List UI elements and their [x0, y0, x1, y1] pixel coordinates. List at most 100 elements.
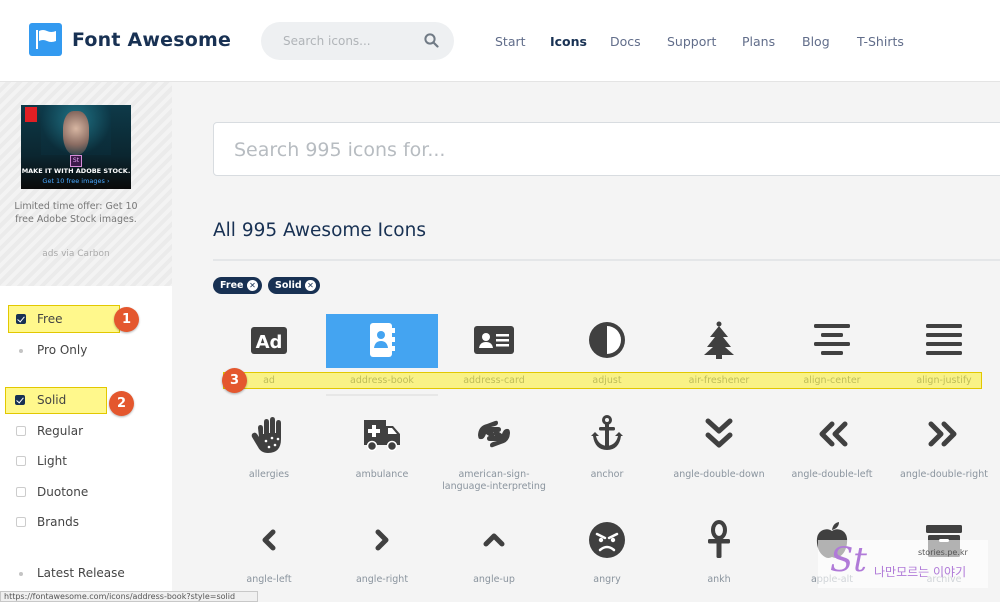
ad-headline: MAKE IT WITH ADOBE STOCK.	[21, 167, 131, 175]
bullet-icon	[19, 572, 23, 576]
allergies-icon	[251, 417, 281, 453]
icon-name: angle-double-right	[900, 469, 988, 480]
icon-name: angle-double-down	[673, 469, 765, 480]
checkbox-brands[interactable]	[16, 517, 26, 527]
selected-underline	[326, 394, 438, 396]
icon-cell-angle-double-right[interactable]: angle-double-right	[888, 408, 1000, 496]
angle-up-icon	[483, 533, 505, 547]
icon-name: angle-right	[355, 574, 409, 585]
icon-cell-angle-double-left[interactable]: angle-double-left	[776, 408, 888, 496]
air-freshener-icon	[704, 321, 734, 359]
svg-text:Ad: Ad	[256, 332, 283, 353]
filter-latest-release-label: Latest Release	[37, 566, 125, 580]
top-header: Font Awesome Start Icons Docs Support Pl…	[0, 0, 1000, 82]
angle-double-down-icon	[705, 418, 733, 448]
brand-name[interactable]: Font Awesome	[72, 29, 231, 51]
divider	[213, 259, 1000, 261]
icon-name: ambulance	[355, 469, 409, 480]
icon-cell-ankh[interactable]: ankh	[663, 514, 775, 602]
adobe-logo-icon	[25, 107, 37, 122]
icon-name: angry	[593, 574, 621, 585]
icon-cell-angle-left[interactable]: angle-left	[213, 514, 325, 602]
ad-image[interactable]: St MAKE IT WITH ADOBE STOCK. Get 10 free…	[21, 105, 131, 189]
filter-free[interactable]: Free	[0, 305, 172, 333]
filter-solid[interactable]: Solid	[0, 386, 172, 414]
flag-logo-icon[interactable]	[29, 23, 62, 56]
icon-name: ankh	[707, 574, 731, 585]
checkbox-duotone[interactable]	[16, 487, 26, 497]
nav-icons[interactable]: Icons	[550, 34, 587, 49]
icon-name: anchor	[590, 469, 624, 480]
icon-name: american-sign-language-interpreting	[442, 469, 546, 492]
nav-plans[interactable]: Plans	[742, 34, 775, 49]
pill-solid-label: Solid	[275, 280, 302, 291]
icon-search-input[interactable]	[234, 137, 834, 163]
header-search-input[interactable]	[283, 32, 413, 50]
filter-light[interactable]: Light	[0, 447, 172, 475]
close-icon[interactable]: ✕	[247, 280, 258, 291]
watermark-url: stories.pe.kr	[918, 548, 968, 557]
checkbox-light[interactable]	[16, 456, 26, 466]
filter-pro-only-label: Pro Only	[37, 343, 88, 357]
checkbox-solid[interactable]	[15, 395, 25, 405]
filter-brands[interactable]: Brands	[0, 508, 172, 536]
nav-start[interactable]: Start	[495, 34, 526, 49]
nav-support[interactable]: Support	[667, 34, 716, 49]
filter-light-label: Light	[37, 454, 67, 468]
align-justify-icon	[926, 324, 962, 355]
ad-icon: Ad	[251, 327, 287, 354]
nav-tshirts[interactable]: T-Shirts	[857, 34, 904, 49]
icon-cell-ambulance[interactable]: ambulance	[326, 408, 438, 496]
angle-left-icon	[262, 529, 276, 551]
icon-cell-angle-right[interactable]: angle-right	[326, 514, 438, 602]
watermark-logo: St	[830, 540, 867, 580]
ad-cta[interactable]: Get 10 free images ›	[21, 177, 131, 185]
pill-free-label: Free	[220, 280, 244, 291]
carbon-ad: St MAKE IT WITH ADOBE STOCK. Get 10 free…	[0, 82, 172, 286]
ads-via-carbon[interactable]: ads via Carbon	[14, 249, 138, 259]
icon-name: angle-left	[246, 574, 292, 585]
checkbox-free[interactable]	[16, 314, 26, 324]
icon-cell-angle-double-down[interactable]: angle-double-down	[663, 408, 775, 496]
icon-name: allergies	[248, 469, 290, 480]
angry-icon	[589, 522, 625, 558]
icon-cell-angle-up[interactable]: angle-up	[438, 514, 550, 602]
angle-double-left-icon	[819, 421, 848, 447]
anchor-icon	[591, 415, 623, 450]
adobe-stock-logo: St	[70, 155, 82, 167]
ambulance-icon	[364, 420, 400, 452]
annotation-badge-2: 2	[109, 391, 134, 416]
icon-name: angle-double-left	[791, 469, 873, 480]
nav-docs[interactable]: Docs	[610, 34, 641, 49]
active-filter-solid[interactable]: Solid ✕	[268, 277, 320, 294]
watermark-text: 나만모르는 이야기	[874, 565, 967, 579]
active-filter-free[interactable]: Free ✕	[213, 277, 262, 294]
annotation-badge-3: 3	[222, 368, 247, 393]
icon-cell-allergies[interactable]: allergies	[213, 408, 325, 496]
icon-cell-american-sign-language-interpreting[interactable]: american-sign-language-interpreting	[438, 408, 550, 496]
adjust-icon	[589, 322, 625, 358]
american-sign-language-interpreting-icon	[478, 420, 510, 448]
checkbox-regular[interactable]	[16, 426, 26, 436]
ad-offer-text[interactable]: Limited time offer: Get 10 free Adobe St…	[14, 200, 138, 226]
browser-status-url: https://fontawesome.com/icons/address-bo…	[0, 591, 258, 602]
align-center-icon	[814, 324, 850, 355]
annotation-badge-1: 1	[114, 307, 139, 332]
close-icon[interactable]: ✕	[305, 280, 316, 291]
nav-blog[interactable]: Blog	[802, 34, 830, 49]
icon-search-box[interactable]	[213, 122, 1000, 176]
filter-regular[interactable]: Regular	[0, 417, 172, 445]
filter-latest-release[interactable]: Latest Release	[0, 559, 172, 587]
icon-cell-anchor[interactable]: anchor	[551, 408, 663, 496]
search-icon[interactable]	[424, 33, 439, 48]
filter-duotone-label: Duotone	[37, 485, 89, 499]
page-title: All 995 Awesome Icons	[213, 220, 426, 241]
filter-pro-only[interactable]: Pro Only	[0, 336, 172, 364]
filter-regular-label: Regular	[37, 424, 84, 438]
highlight-icon-names	[223, 372, 982, 389]
address-book-icon	[370, 323, 395, 357]
filter-duotone[interactable]: Duotone	[0, 478, 172, 506]
ankh-icon	[708, 520, 730, 558]
angle-double-right-icon	[928, 421, 957, 447]
icon-cell-angry[interactable]: angry	[551, 514, 663, 602]
